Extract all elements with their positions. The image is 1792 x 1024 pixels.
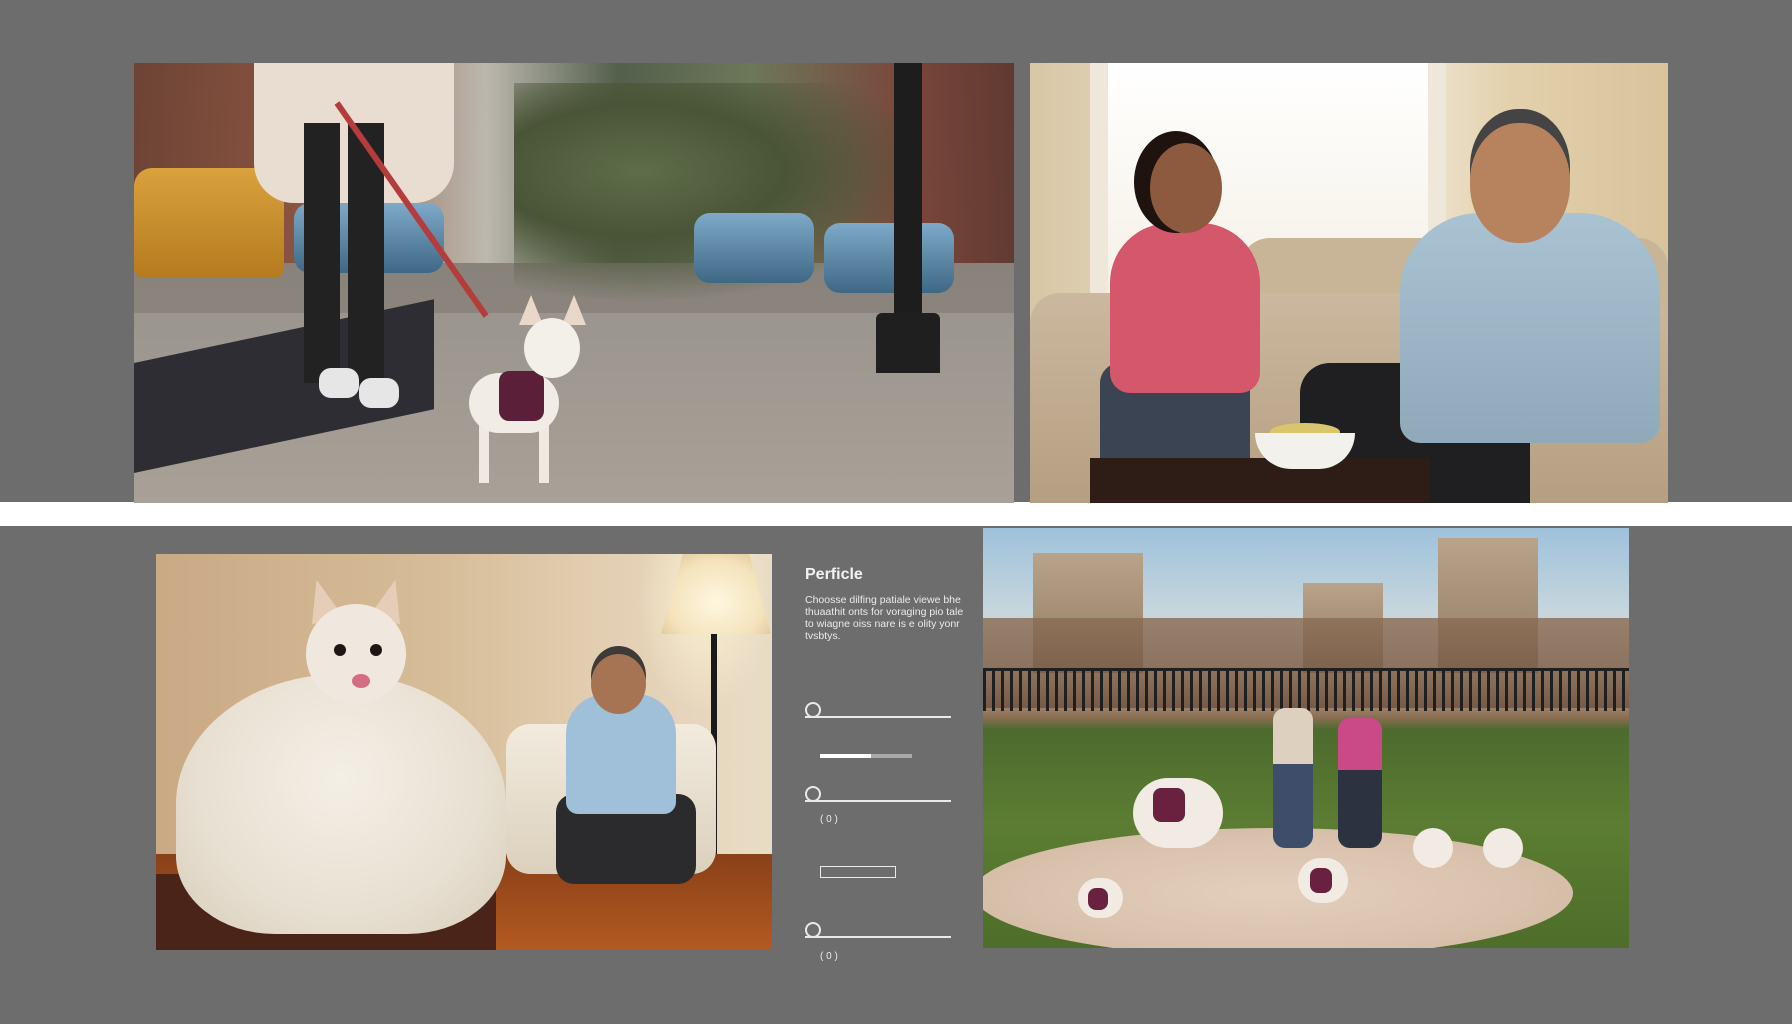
progress-bar	[820, 754, 912, 758]
woman-head	[1150, 143, 1222, 233]
dog-vest	[1088, 888, 1108, 910]
chihuahua	[1413, 828, 1453, 868]
coffee-table	[1090, 458, 1430, 503]
man-blue-shirt	[1400, 213, 1660, 443]
horizontal-divider	[0, 502, 1792, 526]
lamp-pole-base	[876, 313, 940, 373]
slider-3[interactable]	[805, 922, 955, 938]
blanket	[176, 674, 506, 934]
man-in-plaid	[1273, 708, 1313, 848]
chihuahua	[1483, 828, 1523, 868]
slider-2-readout: ( 0 )	[820, 814, 838, 825]
walker-legs	[304, 123, 384, 383]
dog-vest	[1310, 868, 1332, 893]
panel-description: Choosse dilfing patiale viewe bhe thuaat…	[805, 594, 964, 642]
dog-leg	[479, 423, 489, 483]
chihuahua	[1078, 878, 1123, 918]
dog-eye	[334, 644, 346, 656]
woman-in-pink	[1338, 718, 1382, 848]
slider-3-readout: ( 0 )	[820, 951, 838, 962]
slider-track[interactable]	[805, 716, 951, 718]
chihuahua	[1298, 858, 1348, 903]
living-room-conversation-photo	[1030, 63, 1668, 503]
street-walk-photo	[134, 63, 1014, 503]
slider-track[interactable]	[805, 800, 951, 802]
chihuahua-blanket-photo	[156, 554, 772, 950]
chihuahua-face	[306, 604, 406, 704]
park-fence	[983, 668, 1629, 711]
progress-bar-fill	[820, 754, 871, 758]
chihuahua-main	[1133, 778, 1223, 848]
woman-pink-top	[1110, 223, 1260, 393]
side-controls-panel: Perficle Choosse dilfing patiale viewe b…	[800, 554, 975, 974]
man-head	[591, 654, 646, 714]
dog-leg	[539, 423, 549, 483]
walker-shoe	[359, 378, 399, 408]
dog-harness	[499, 371, 544, 421]
value-input-box[interactable]	[820, 866, 896, 878]
parked-car	[824, 223, 954, 293]
dog-vest	[1153, 788, 1185, 822]
slider-track[interactable]	[805, 936, 951, 938]
walker-shoe	[319, 368, 359, 398]
dog-tongue	[352, 674, 370, 688]
chihuahua-head	[524, 318, 580, 378]
park-dogs-photo	[983, 528, 1629, 948]
man-head	[1470, 123, 1570, 243]
parked-car	[694, 213, 814, 283]
slider-1[interactable]	[805, 702, 955, 718]
slider-2[interactable]	[805, 786, 955, 802]
dog-ear	[562, 295, 586, 325]
panel-title: Perficle	[805, 566, 863, 583]
dog-eye	[370, 644, 382, 656]
